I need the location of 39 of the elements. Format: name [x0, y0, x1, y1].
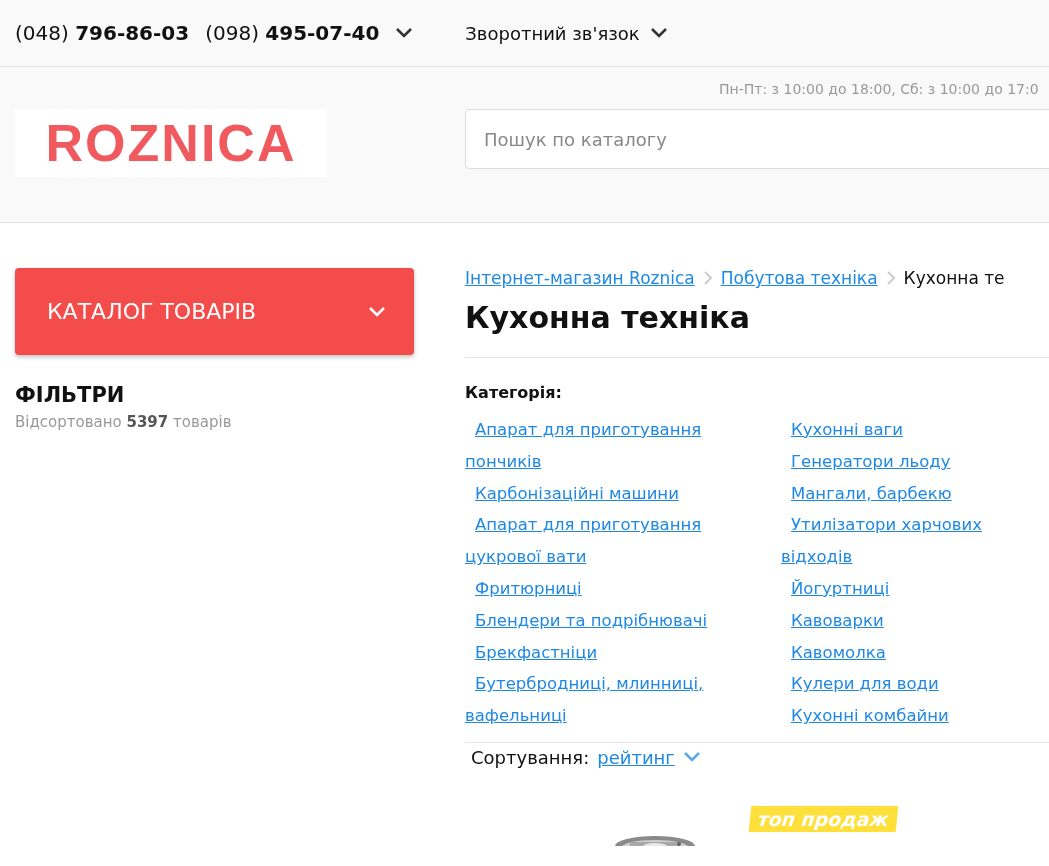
category-link[interactable]: Карбонізаційні машини [465, 477, 781, 510]
breadcrumb-link[interactable]: Інтернет-магазин Roznica [465, 268, 695, 288]
category-link[interactable]: Апарат для приготування пончиків [465, 414, 781, 478]
logo[interactable]: ROZNICA [15, 109, 327, 177]
filters-title: ФІЛЬТРИ [15, 383, 126, 407]
working-hours: Пн-Пт: з 10:00 до 18:00, Сб: з 10:00 до 17:0 [719, 81, 1040, 97]
top-sales-badge: топ продаж [748, 805, 899, 832]
sort-link[interactable]: рейтинг [597, 746, 675, 768]
category-link[interactable]: Блендери та подрібнювачі [465, 604, 781, 637]
chevron-down-icon [368, 305, 386, 318]
page-title: Кухонна техніка [465, 300, 1049, 358]
category-link[interactable]: Мангали, барбекю [781, 477, 1049, 510]
category-link[interactable]: Генератори льоду [781, 445, 1049, 478]
catalog-button[interactable]: КАТАЛОГ ТОВАРІВ [15, 268, 414, 355]
sorted-count-text: Відсортовано 5397 товарів [15, 413, 233, 431]
chevron-right-icon [702, 270, 713, 286]
category-label: Категорія: [465, 383, 563, 402]
sort-label: Сортування: [471, 746, 590, 768]
category-link[interactable]: Кавоварки [781, 604, 1049, 637]
phone-number: (048) 796-86-03 [15, 21, 190, 45]
category-link[interactable]: Утилізатори харчових відходів [781, 509, 1049, 573]
breadcrumb-link[interactable]: Побутова техніка [720, 268, 878, 288]
chevron-right-icon [885, 270, 896, 286]
search-field[interactable]: Пошук по каталогу [465, 109, 1049, 169]
category-link[interactable]: Йогуртниці [781, 573, 1049, 605]
category-link[interactable]: Кавомолка [781, 636, 1049, 669]
breadcrumb-current: Кухонна те [903, 268, 1005, 288]
category-link[interactable]: Кухонні комбайни [781, 700, 1049, 732]
phone-number: (098) 495-07-40 [205, 21, 380, 45]
feedback-link[interactable]: Зворотний зв'язок [465, 22, 668, 44]
category-link[interactable]: Фритюрниці [465, 573, 781, 605]
category-link[interactable]: Кулери для води [781, 668, 1049, 701]
category-link[interactable]: Бутербродниці, млинниці, вафельниці [465, 668, 781, 732]
category-link[interactable]: Брекфастніци [465, 636, 781, 669]
category-link[interactable]: Кухонні ваги [781, 414, 1049, 446]
chevron-down-icon [682, 751, 701, 764]
chevron-down-icon [649, 27, 668, 39]
chevron-down-icon [395, 27, 414, 39]
category-link[interactable]: Апарат для приготування цукрової вати [465, 509, 781, 573]
